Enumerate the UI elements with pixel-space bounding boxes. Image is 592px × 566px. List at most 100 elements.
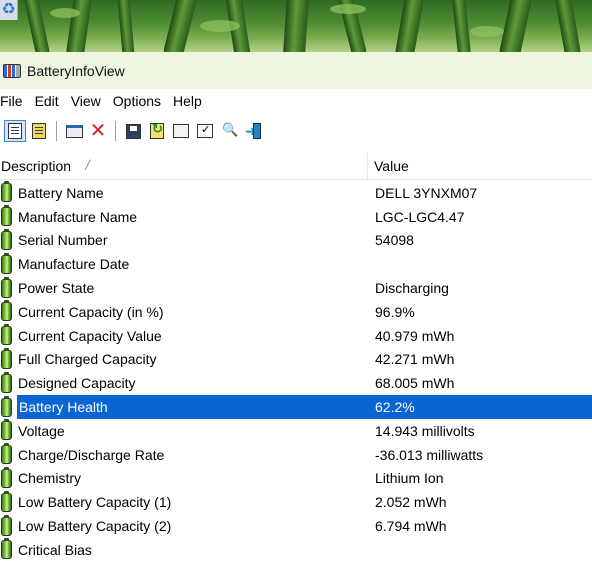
list-row[interactable]: Current Capacity Value 40.979 mWh [0,324,592,348]
properties-button[interactable] [194,120,216,142]
list-row[interactable]: Chemistry Lithium Ion [0,466,592,491]
text-report-icon [32,123,46,139]
battery-icon [1,228,12,250]
text-report-button[interactable] [28,120,50,142]
list-row[interactable]: Low Battery Capacity (2) 6.794 mWh [0,514,592,538]
refresh-icon [150,121,164,139]
row-value: Lithium Ion [375,470,444,487]
menu-options[interactable]: Options [109,93,169,109]
row-label: Low Battery Capacity (1) [18,494,172,511]
row-description: Serial Number [0,228,375,250]
row-description: Battery Name [0,181,375,203]
menu-file[interactable]: File [0,93,31,109]
window-title: BatteryInfoView [27,62,125,79]
row-description: Voltage [0,419,375,441]
row-value: 6.794 mWh [375,518,447,535]
row-description: Designed Capacity [0,371,375,393]
find-icon [222,122,238,139]
list-row[interactable]: Manufacture Date [0,252,592,276]
delete-button[interactable]: ✕ [87,120,109,142]
row-label: Full Charged Capacity [18,351,157,368]
find-button[interactable] [218,120,240,142]
row-value: 42.271 mWh [375,351,455,368]
html-report-icon [8,123,22,139]
battery-icon [1,324,12,346]
row-description: Battery Health [0,395,375,418]
row-value: -36.013 milliwatts [375,446,484,463]
row-description: Power State [0,276,375,298]
save-button[interactable] [122,120,144,142]
battery-icon [1,205,12,227]
row-value: 2.052 mWh [375,494,447,511]
list-row[interactable]: Low Battery Capacity (1) 2.052 mWh [0,490,592,514]
menu-bar: File Edit View Options Help [0,89,592,113]
html-report-button[interactable] [4,120,26,142]
recycle-bin-icon[interactable]: ♻ [0,0,18,20]
list-row[interactable]: Critical Bias [0,538,592,562]
column-header-description[interactable]: Description ╱ [0,152,368,179]
battery-icon [1,514,12,536]
row-description: Chemistry [0,466,375,488]
title-bar: BatteryInfoView [0,52,592,89]
battery-icon [1,443,12,465]
options-button[interactable] [63,120,85,142]
row-value: 14.943 millivolts [375,422,475,439]
sort-indicator-icon: ╱ [85,160,91,170]
menu-help[interactable]: Help [169,93,210,109]
row-label: Current Capacity Value [18,327,162,344]
row-description: Manufacture Date [0,252,375,274]
list-row[interactable]: Serial Number 54098 [0,228,592,253]
battery-list-view[interactable]: Description ╱ Value Battery Name DELL 3YN… [0,152,592,566]
battery-icon [1,419,12,441]
list-header: Description ╱ Value [0,152,592,180]
row-label: Designed Capacity [18,375,136,392]
app-icon [3,63,21,78]
exit-button[interactable]: ➜ [242,120,264,142]
delete-icon: ✕ [89,120,107,142]
row-label: Critical Bias [18,541,92,558]
row-label: Battery Name [18,184,104,201]
row-value: 54098 [375,232,414,249]
list-row[interactable]: Current Capacity (in %) 96.9% [0,300,592,324]
list-row[interactable]: Manufacture Name LGC-LGC4.47 [0,205,592,229]
battery-icon [1,347,12,369]
list-row[interactable]: Charge/Discharge Rate -36.013 milliwatts [0,443,592,467]
column-header-value[interactable]: Value [368,152,409,179]
list-row[interactable]: Power State Discharging [0,276,592,300]
list-row[interactable]: Designed Capacity 68.005 mWh [0,371,592,395]
row-description: Low Battery Capacity (2) [0,514,375,536]
menu-edit[interactable]: Edit [31,93,67,109]
save-icon [125,123,141,139]
list-row[interactable]: Voltage 14.943 millivolts [0,419,592,443]
row-label: Charge/Discharge Rate [18,446,165,463]
row-label: Power State [18,280,95,297]
battery-icon [1,300,12,322]
row-value: Discharging [375,280,449,297]
battery-icon [1,395,12,417]
properties-icon [197,123,213,138]
row-label: Manufacture Name [18,208,138,225]
row-value: 62.2% [375,399,415,416]
row-description: Low Battery Capacity (1) [0,490,375,512]
battery-icon [1,490,12,512]
exit-icon: ➜ [245,123,261,139]
column-header-description-label: Description [1,157,72,174]
row-description: Charge/Discharge Rate [0,443,375,465]
battery-icon [1,252,12,274]
toolbar-separator [56,121,57,141]
list-row[interactable]: Battery Health 62.2% [0,395,592,419]
toolbar: ✕ ➜ [0,115,592,147]
list-rows: Battery Name DELL 3YNXM07 Manufacture Name… [0,181,592,562]
row-value: 96.9% [375,303,415,320]
row-value: DELL 3YNXM07 [375,184,478,201]
battery-icon [1,538,12,560]
list-row[interactable]: Full Charged Capacity 42.271 mWh [0,347,592,372]
row-description: Current Capacity Value [0,324,375,346]
list-row[interactable]: Battery Name DELL 3YNXM07 [0,181,592,205]
copy-button[interactable] [170,120,192,142]
refresh-button[interactable] [146,120,168,142]
row-label: Chemistry [18,470,82,487]
options-icon [65,124,83,138]
menu-view[interactable]: View [67,93,109,109]
battery-icon [1,371,12,393]
